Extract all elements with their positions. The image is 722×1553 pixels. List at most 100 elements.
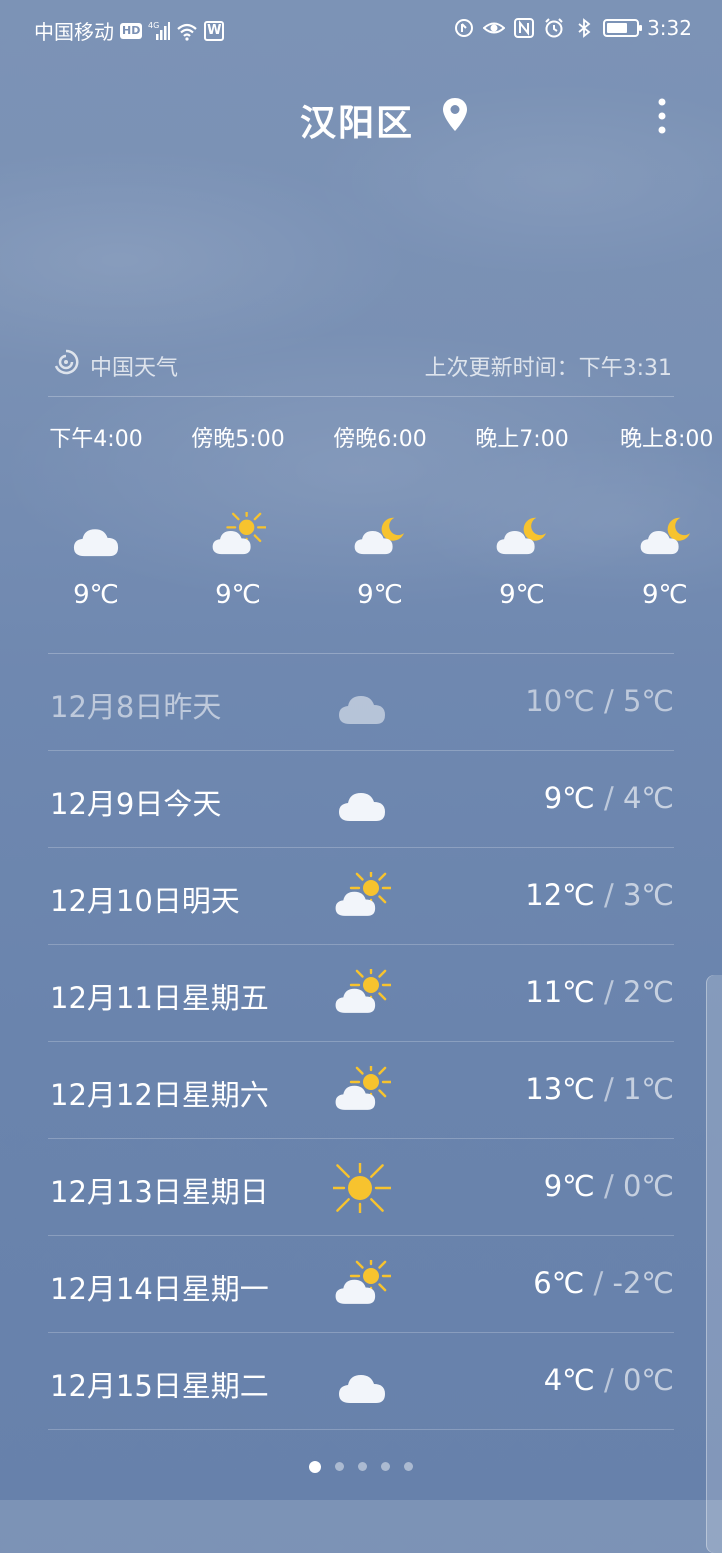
cloud-icon bbox=[339, 793, 385, 821]
day-date: 12月14日星期一 bbox=[50, 1272, 269, 1306]
day-date: 12月8日昨天 bbox=[50, 690, 222, 724]
temp-separator: / bbox=[603, 1169, 614, 1203]
temp-high: 13℃ bbox=[525, 1072, 595, 1106]
daily-row[interactable]: 12月9日今天 9℃ / 4℃ bbox=[48, 751, 674, 848]
temp-low: 1℃ bbox=[622, 1072, 674, 1106]
day-date: 12月10日明天 bbox=[50, 884, 240, 918]
hour-time: 晚上7:00 bbox=[475, 427, 569, 452]
hour-time: 晚上8:00 bbox=[620, 427, 714, 452]
day-temp-range: 9℃ / 4℃ bbox=[544, 781, 674, 815]
data-source-row: 中国天气 上次更新时间：下午3:31 bbox=[48, 340, 674, 397]
temp-separator: / bbox=[603, 975, 614, 1009]
data-saver-icon bbox=[453, 17, 475, 39]
hd-icon: HD bbox=[120, 22, 143, 39]
partly-sunny-icon bbox=[335, 1066, 391, 1110]
cloud-icon bbox=[73, 529, 119, 557]
daily-row[interactable]: 12月10日明天 12℃ / 3℃ bbox=[48, 848, 674, 945]
sun-icon bbox=[333, 1163, 391, 1213]
temp-high: 9℃ bbox=[543, 1169, 595, 1203]
temp-high: 9℃ bbox=[543, 781, 595, 815]
alarm-icon bbox=[543, 17, 565, 39]
hourly-item: 晚上8:00 9℃ bbox=[593, 420, 722, 610]
cloud-icon bbox=[339, 696, 385, 724]
temp-separator: / bbox=[603, 1363, 614, 1397]
day-date: 12月13日星期日 bbox=[50, 1175, 269, 1209]
cloud-moon-icon bbox=[354, 517, 404, 555]
city-title[interactable]: 汉阳区 bbox=[300, 94, 414, 146]
eye-comfort-icon bbox=[483, 17, 506, 39]
hour-time: 下午4:00 bbox=[49, 427, 143, 452]
wifi-icon bbox=[176, 20, 198, 42]
partly-sunny-icon bbox=[335, 969, 391, 1013]
page-dot[interactable] bbox=[381, 1462, 390, 1471]
page-dot[interactable] bbox=[404, 1462, 413, 1471]
hour-temp: 9℃ bbox=[499, 580, 545, 610]
daily-row[interactable]: 12月14日星期一 6℃ / -2℃ bbox=[48, 1236, 674, 1333]
hourly-item: 傍晚5:00 9℃ bbox=[167, 420, 309, 610]
temp-separator: / bbox=[603, 878, 614, 912]
hourly-item: 傍晚6:00 9℃ bbox=[309, 420, 451, 610]
day-temp-range: 11℃ / 2℃ bbox=[525, 975, 674, 1009]
hourly-item: 晚上7:00 9℃ bbox=[451, 420, 593, 610]
source-name[interactable]: 中国天气 bbox=[90, 350, 178, 382]
day-temp-range: 4℃ / 0℃ bbox=[544, 1363, 674, 1397]
partly-sunny-icon bbox=[212, 512, 266, 555]
hour-time: 傍晚6:00 bbox=[333, 427, 427, 452]
day-temp-range: 12℃ / 3℃ bbox=[525, 878, 674, 912]
hour-temp: 9℃ bbox=[215, 580, 261, 610]
status-left: 中国移动 HD 4G W bbox=[34, 16, 225, 45]
page-dot[interactable] bbox=[358, 1462, 367, 1471]
temp-low: 3℃ bbox=[622, 878, 674, 912]
day-date: 12月11日星期五 bbox=[50, 981, 269, 1015]
more-menu-icon[interactable] bbox=[650, 94, 674, 138]
day-date: 12月9日今天 bbox=[50, 787, 222, 821]
temp-high: 11℃ bbox=[525, 975, 595, 1009]
day-temp-range: 13℃ / 1℃ bbox=[525, 1072, 674, 1106]
temp-low: 0℃ bbox=[622, 1169, 674, 1203]
temp-separator: / bbox=[603, 781, 614, 815]
cloud-moon-icon bbox=[640, 517, 690, 555]
status-right: 3:32 bbox=[453, 16, 692, 40]
signal-icon: 4G bbox=[148, 20, 171, 42]
clock: 3:32 bbox=[647, 16, 692, 40]
daily-row[interactable]: 12月13日星期日 9℃ / 0℃ bbox=[48, 1139, 674, 1236]
page-dot[interactable] bbox=[335, 1462, 344, 1471]
day-temp-range: 6℃ / -2℃ bbox=[533, 1266, 674, 1300]
day-temp-range: 9℃ / 0℃ bbox=[544, 1169, 674, 1203]
day-date: 12月15日星期二 bbox=[50, 1369, 269, 1403]
hourly-forecast[interactable]: 下午4:00 9℃ 傍晚5:00 9℃ 傍晚6:00 9℃ 晚上7:00 9℃ … bbox=[0, 420, 722, 650]
last-updated: 上次更新时间：下午3:31 bbox=[424, 356, 672, 381]
daily-row[interactable]: 12月11日星期五 11℃ / 2℃ bbox=[48, 945, 674, 1042]
china-weather-logo-icon bbox=[54, 349, 79, 375]
temp-high: 12℃ bbox=[525, 878, 595, 912]
hour-temp: 9℃ bbox=[73, 580, 119, 610]
temp-low: -2℃ bbox=[612, 1266, 674, 1300]
temp-separator: / bbox=[603, 684, 614, 718]
hour-time: 傍晚5:00 bbox=[191, 427, 285, 452]
partly-sunny-icon bbox=[335, 872, 391, 916]
temp-low: 5℃ bbox=[622, 684, 674, 718]
daily-row[interactable]: 12月12日星期六 13℃ / 1℃ bbox=[48, 1042, 674, 1139]
daily-forecast-list[interactable]: 12月8日昨天 10℃ / 5℃ 12月9日今天 9℃ / 4℃ 12月10日明… bbox=[48, 654, 674, 1430]
battery-icon bbox=[603, 19, 643, 37]
cloud-icon bbox=[339, 1375, 385, 1403]
temp-low: 2℃ bbox=[622, 975, 674, 1009]
temp-low: 0℃ bbox=[622, 1363, 674, 1397]
page-dot[interactable] bbox=[309, 1461, 321, 1473]
hour-temp: 9℃ bbox=[357, 580, 403, 610]
page-indicator[interactable] bbox=[0, 1461, 722, 1473]
carrier-name: 中国移动 bbox=[34, 20, 114, 44]
temp-high: 6℃ bbox=[533, 1266, 585, 1300]
hourly-item: 下午4:00 9℃ bbox=[25, 420, 167, 610]
header: 汉阳区 bbox=[0, 88, 722, 144]
daily-row[interactable]: 12月8日昨天 10℃ / 5℃ bbox=[48, 654, 674, 751]
nfc-icon bbox=[513, 17, 535, 39]
network-type: 4G bbox=[148, 21, 159, 30]
status-bar: 中国移动 HD 4G W 3:32 bbox=[0, 0, 722, 58]
partly-sunny-icon bbox=[335, 1260, 391, 1304]
daily-row[interactable]: 12月15日星期二 4℃ / 0℃ bbox=[48, 1333, 674, 1430]
location-pin-icon[interactable] bbox=[440, 96, 470, 134]
temp-high: 10℃ bbox=[525, 684, 595, 718]
temp-separator: / bbox=[593, 1266, 604, 1300]
day-temp-range: 10℃ / 5℃ bbox=[525, 684, 674, 718]
